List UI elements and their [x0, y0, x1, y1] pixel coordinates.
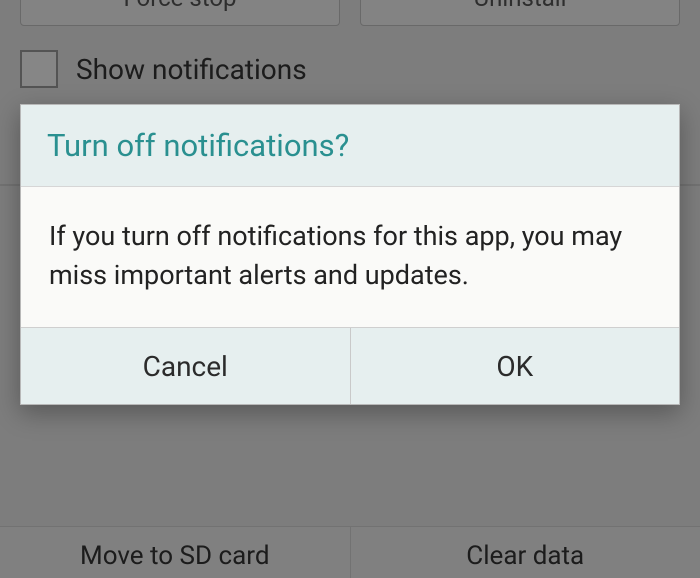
dialog-header: Turn off notifications? [21, 105, 679, 187]
dialog-message: If you turn off notifications for this a… [49, 217, 651, 295]
cancel-label: Cancel [143, 350, 228, 383]
dialog-title: Turn off notifications? [47, 127, 653, 164]
dialog-actions: Cancel OK [21, 327, 679, 404]
dialog-body: If you turn off notifications for this a… [21, 187, 679, 327]
ok-button[interactable]: OK [350, 328, 680, 404]
confirm-dialog: Turn off notifications? If you turn off … [20, 104, 680, 405]
cancel-button[interactable]: Cancel [21, 328, 350, 404]
ok-label: OK [496, 350, 533, 383]
